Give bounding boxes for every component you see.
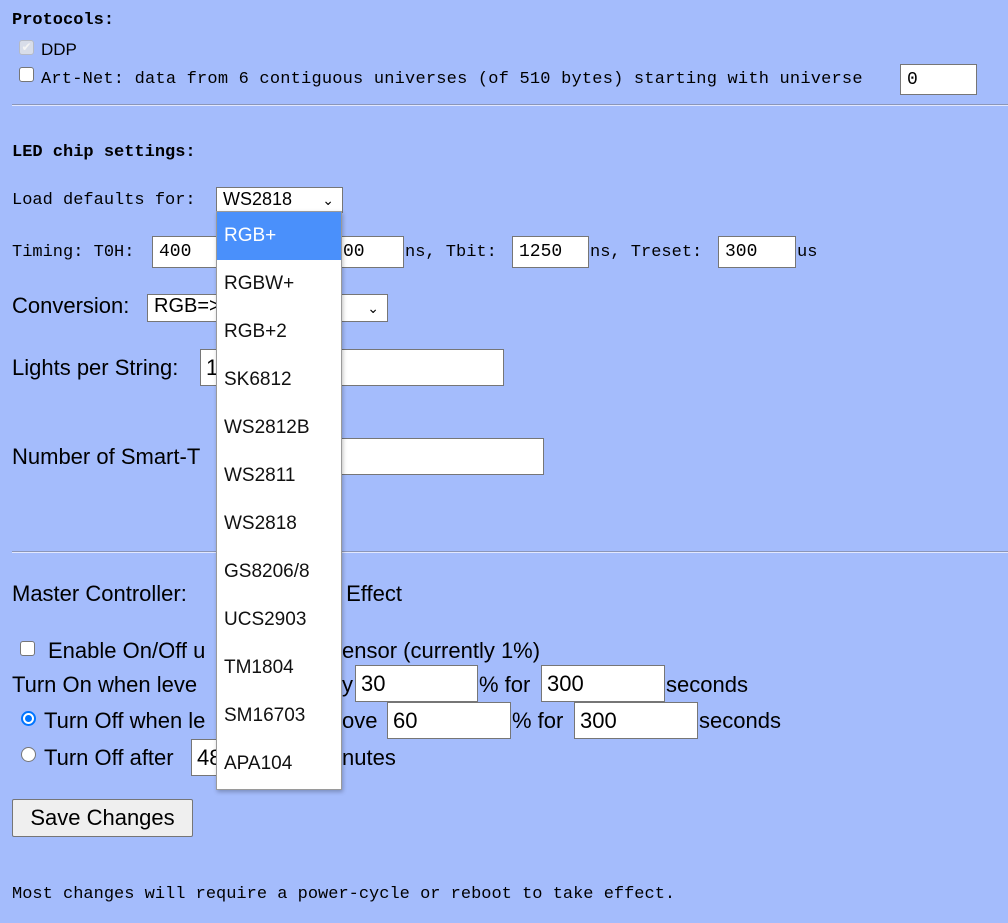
seconds-label: seconds xyxy=(666,672,748,697)
artnet-checkbox[interactable] xyxy=(19,67,34,82)
seconds-label: seconds xyxy=(699,708,781,733)
master-controller-label: Master Controller: xyxy=(12,581,187,606)
treset-input[interactable] xyxy=(718,236,796,268)
timing-label: Timing: T0H: xyxy=(12,243,135,262)
dropdown-option[interactable]: TM1804 xyxy=(217,644,341,692)
dropdown-option[interactable]: RGB+2 xyxy=(217,308,341,356)
dropdown-option[interactable]: APA104 xyxy=(217,740,341,788)
ddp-checkbox[interactable]: ✔ xyxy=(19,40,34,55)
turn-off-level-input[interactable] xyxy=(387,702,511,739)
protocols-heading: Protocols: xyxy=(12,11,115,30)
conversion-value: RGB=> xyxy=(154,295,221,317)
dropdown-option[interactable]: RGB+ xyxy=(217,212,341,260)
smart-label: Number of Smart-T xyxy=(12,444,201,469)
turn-off-level-label: Turn Off when le xyxy=(44,708,206,733)
us-label: us xyxy=(797,243,818,262)
dropdown-option[interactable]: WS2818 xyxy=(217,500,341,548)
chevron-down-icon: ⌄ xyxy=(322,192,334,208)
ns-tbit-label: ns, Tbit: xyxy=(405,243,497,262)
pct-for-label: % for xyxy=(479,672,531,697)
tbit-input[interactable] xyxy=(512,236,589,268)
divider xyxy=(12,104,1008,106)
enable-sensor-checkbox[interactable] xyxy=(20,641,35,656)
load-defaults-value: WS2818 xyxy=(223,189,293,209)
turn-off-seconds-input[interactable] xyxy=(574,702,698,739)
dropdown-option[interactable]: RGBW+ xyxy=(217,260,341,308)
chevron-down-icon: ⌄ xyxy=(367,300,379,316)
pct-for-label: % for xyxy=(512,708,564,733)
load-defaults-label: Load defaults for: xyxy=(12,191,196,210)
load-defaults-select[interactable]: WS2818 ⌄ xyxy=(216,187,343,213)
turn-off-level-label-end: ove xyxy=(342,708,378,733)
dropdown-option[interactable]: GS8206/8 xyxy=(217,548,341,596)
dropdown-option[interactable]: SM16703 xyxy=(217,692,341,740)
footer-note: Most changes will require a power-cycle … xyxy=(12,885,676,904)
ns-treset-label: ns, Treset: xyxy=(590,243,703,262)
turn-off-after-radio[interactable] xyxy=(21,747,36,762)
turn-off-level-radio[interactable] xyxy=(21,711,36,726)
turn-on-label-end: y xyxy=(342,672,353,697)
save-changes-button[interactable]: Save Changes xyxy=(12,799,193,837)
turn-on-label: Turn On when leve xyxy=(12,672,198,697)
dropdown-option[interactable]: SK6812 xyxy=(217,356,341,404)
divider xyxy=(12,551,1008,553)
conversion-label: Conversion: xyxy=(12,293,130,318)
turn-on-seconds-input[interactable] xyxy=(541,665,665,702)
enable-sensor-label-end: ensor (currently 1%) xyxy=(342,638,541,663)
artnet-universe-input[interactable] xyxy=(900,64,977,95)
lights-per-string-label: Lights per String: xyxy=(12,355,179,380)
turn-on-level-input[interactable] xyxy=(355,665,478,702)
minutes-label: nutes xyxy=(342,745,396,770)
dropdown-option[interactable]: UCS2903 xyxy=(217,596,341,644)
dropdown-option[interactable]: WS2811 xyxy=(217,452,341,500)
turn-off-after-label: Turn Off after xyxy=(44,745,174,770)
ddp-label: DDP xyxy=(41,40,77,59)
load-defaults-dropdown-list[interactable]: RGB+ RGBW+ RGB+2 SK6812 WS2812B WS2811 W… xyxy=(216,211,342,790)
led-chip-heading: LED chip settings: xyxy=(12,143,196,162)
enable-sensor-label-start: Enable On/Off u xyxy=(48,638,206,663)
artnet-label: Art-Net: data from 6 contiguous universe… xyxy=(41,70,863,89)
dropdown-option[interactable]: WS2812B xyxy=(217,404,341,452)
